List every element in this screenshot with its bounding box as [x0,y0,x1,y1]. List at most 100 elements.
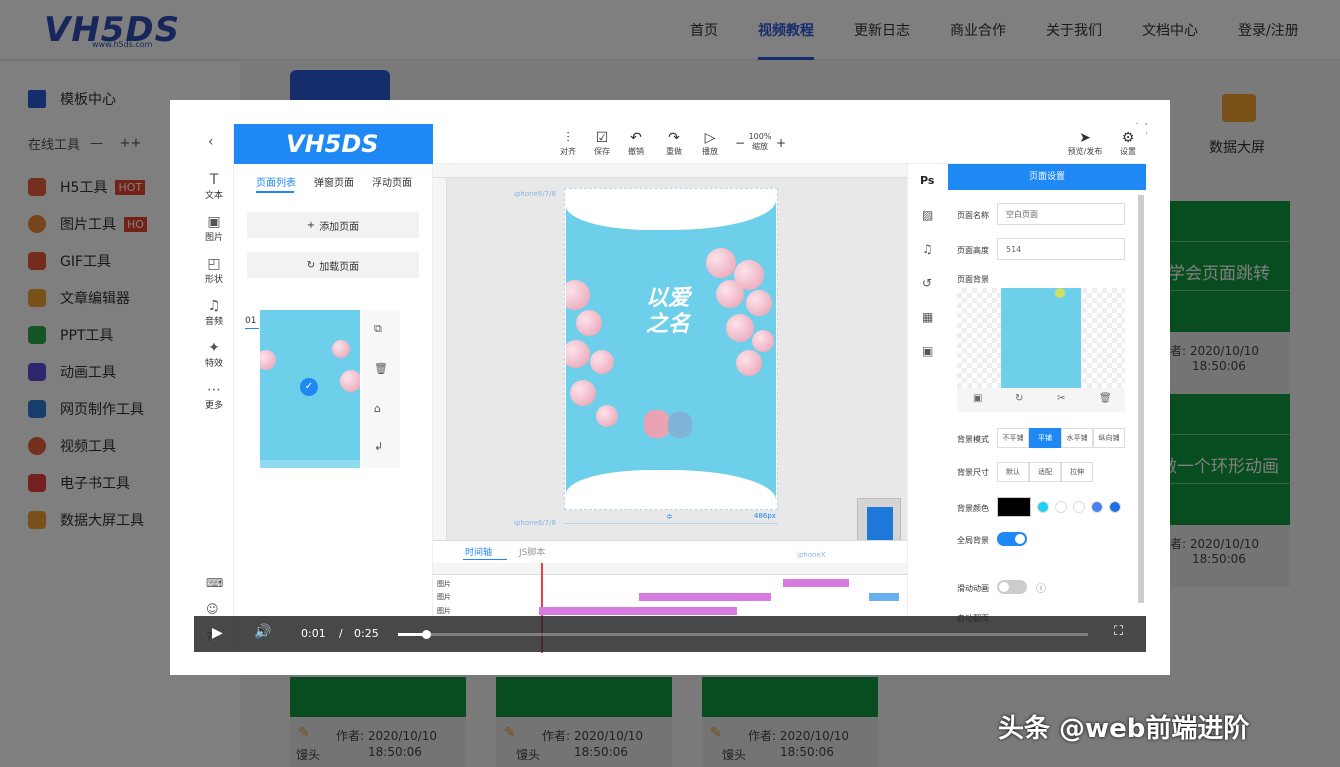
bg-actions: ▣ ↻ ✂ 🗑 [957,388,1125,412]
back-icon[interactable]: ‹ [208,134,214,150]
keyboard-icon[interactable]: ⌨ [206,576,223,590]
slide-anim-label: 滑动动画 [957,584,989,593]
color-swatch[interactable] [1055,501,1067,513]
check-icon: ✓ [300,378,318,396]
page-thumbnail[interactable]: ✓ [260,310,360,468]
redo-button[interactable]: ↷ 重做 [659,130,689,157]
volume-icon[interactable]: 🔊 [254,624,271,640]
color-swatch[interactable] [1109,501,1121,513]
video-control-bar: ▶ 🔊 0:01 / 0:25 ⛶ [194,616,1146,652]
horizontal-ruler [433,164,907,178]
tab-timeline[interactable]: 时间轴 [465,545,492,558]
refresh-icon: ↻ [306,259,316,271]
vertical-ruler [433,178,447,540]
timeline-clip[interactable] [869,593,899,601]
align-button[interactable]: ⫶ 对齐 [553,130,583,157]
bg-size-fit[interactable]: 适配 [1029,462,1061,482]
tool-text[interactable]: T 文本 [194,172,234,201]
tool-audio[interactable]: ♫ 音频 [194,298,234,327]
timeline-clip[interactable] [539,607,737,615]
insert-icon[interactable]: ↲ [374,440,383,453]
bg-preview[interactable] [957,288,1125,388]
user-icon[interactable]: ☺ [206,602,219,616]
tab-float-page[interactable]: 浮动页面 [372,174,412,189]
bg-mode-vertical[interactable]: 纵向铺 [1093,428,1125,448]
publish-button[interactable]: ➤ 预览/发布 [1063,130,1107,157]
plus-icon: + [306,219,316,231]
undo-icon: ↶ [630,130,642,146]
zoom-in-icon[interactable]: + [776,136,786,150]
tab-js-script[interactable]: JS脚本 [519,545,545,558]
panel-scrollbar[interactable] [1138,195,1144,603]
resize-handle-icon: ≑ [666,512,673,521]
current-time: 0:01 [301,627,326,640]
bg-color-picker[interactable] [997,497,1031,517]
play-icon[interactable]: ▶ [212,625,223,641]
progress-track[interactable] [398,630,1088,639]
text-icon: T [209,172,219,188]
play-button[interactable]: ▷ 播放 [695,130,725,157]
page-height-input[interactable]: 514 [997,238,1125,260]
layer-row-label: 图片 [437,580,451,588]
layer-row-label: 图片 [437,607,451,615]
fullscreen-icon[interactable]: ⛶ [1114,624,1123,639]
watermark: 头条 @web前端进阶 [998,714,1250,744]
more-icon: ⋯ [207,382,221,398]
rotate-icon[interactable]: ↻ [1015,393,1023,404]
bg-mode-none[interactable]: 不平铺 [997,428,1029,448]
add-page-button[interactable]: + 添加页面 [247,212,419,238]
editor-brand-header: VH5DS [234,124,433,164]
right-icon-column: Ps ▨ ♫ ↺ ▦ ▣ [907,164,948,652]
load-page-button[interactable]: ↻ 加载页面 [247,252,419,278]
gear-icon: ⚙ [1121,130,1135,146]
settings-button[interactable]: ⚙ 设置 [1113,130,1143,157]
scissors-icon[interactable]: ✂ [1057,393,1065,404]
help-icon[interactable]: ⓘ [1036,580,1046,595]
bg-size-stretch[interactable]: 拉伸 [1061,462,1093,482]
image-settings-icon[interactable]: ▣ [922,344,933,358]
trash-icon[interactable]: 🗑 [374,362,388,375]
tool-shape[interactable]: ◰ 形状 [194,256,234,285]
zoom-out-icon[interactable]: − [735,136,745,150]
full-bg-label: 全局背景 [957,536,989,545]
bg-size-default[interactable]: 默认 [997,462,1029,482]
teddy-bear-pink [644,410,670,438]
headphones-icon: ♫ [207,298,221,314]
image-upload-icon[interactable]: ▣ [973,393,982,404]
bg-mode-horizontal[interactable]: 水平铺 [1061,428,1093,448]
color-swatch[interactable] [1073,501,1085,513]
photoshop-icon[interactable]: Ps [920,174,934,187]
magic-wand-icon: ✦ [208,340,220,356]
tool-more[interactable]: ⋯ 更多 [194,382,234,411]
full-bg-toggle[interactable] [997,532,1027,546]
poster-image[interactable]: 以爱之名 [566,190,776,508]
grid-icon[interactable]: ▦ [922,310,933,324]
editor-top-toolbar: ⫶ 对齐 ☑ 保存 ↶ 撤销 ↷ 重做 ▷ 播放 − 100% 缩放 + ➤ 预览/发布 ⚙ 设… [433,124,1146,164]
page-name-label: 页面名称 [957,211,989,220]
bg-mode-tile[interactable]: 平铺 [1029,428,1061,448]
copy-icon[interactable]: ⧉ [374,322,382,336]
tool-image[interactable]: ▣ 图片 [194,214,234,243]
device-label-bottom: iphone6/7/8 [514,519,556,527]
page-name-input[interactable]: 空白页面 [997,203,1125,225]
color-swatch[interactable] [1037,501,1049,513]
tab-page-list[interactable]: 页面列表 [256,174,296,189]
timeline-clip[interactable] [783,579,849,587]
undo-button[interactable]: ↶ 撤销 [621,130,651,157]
delete-icon[interactable]: 🗑 [1099,393,1112,404]
tab-popup-page[interactable]: 弹窗页面 [314,174,354,189]
color-swatch[interactable] [1091,501,1103,513]
slide-anim-toggle[interactable] [997,580,1027,594]
music-icon[interactable]: ♫ [922,242,933,256]
timeline-clip[interactable] [639,593,771,601]
home-icon[interactable]: ⌂ [374,402,381,415]
tool-effects[interactable]: ✦ 特效 [194,340,234,369]
pattern-icon[interactable]: ▨ [922,208,933,222]
save-button[interactable]: ☑ 保存 [587,130,617,157]
bg-mode-label: 背景模式 [957,435,989,444]
progress-handle[interactable] [421,630,431,639]
zoom-control: 100% 缩放 [748,132,772,151]
editor-logo: VH5DS [286,130,379,158]
history-icon[interactable]: ↺ [922,276,932,290]
image-icon: ▣ [207,214,221,230]
